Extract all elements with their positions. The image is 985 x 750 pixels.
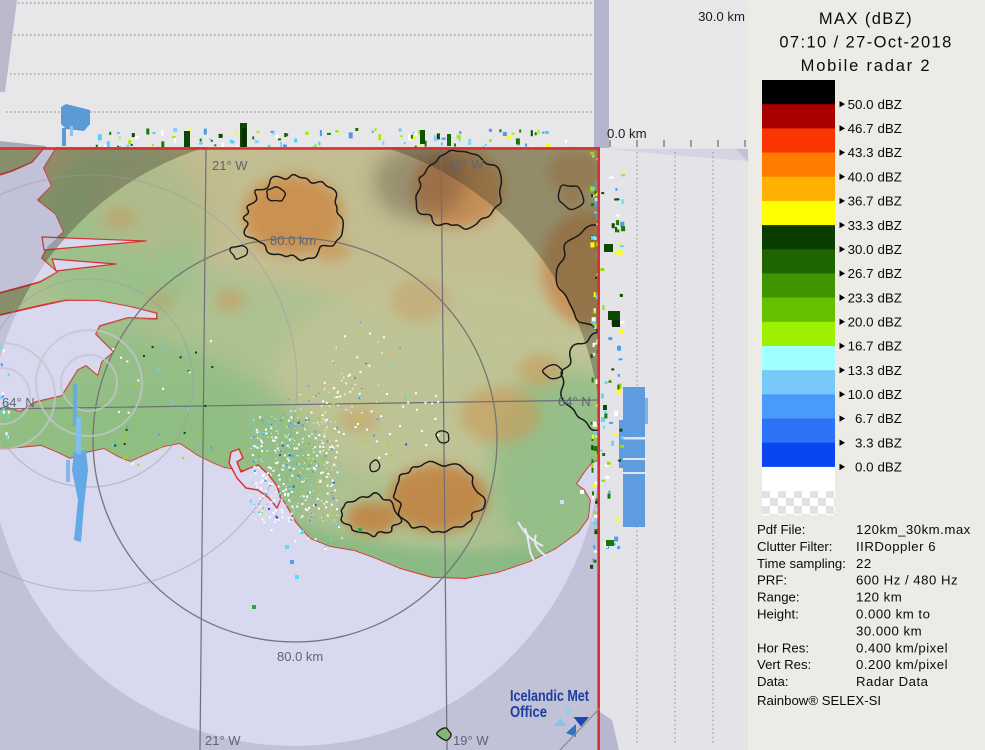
svg-text:Radar Data: Radar Data: [856, 674, 929, 689]
svg-text:43.3: 43.3: [848, 145, 874, 160]
svg-text:16.7: 16.7: [848, 339, 874, 354]
svg-text:3.3: 3.3: [855, 435, 874, 450]
svg-text:dBZ: dBZ: [878, 242, 902, 257]
svg-text:Office: Office: [510, 704, 547, 721]
svg-text:10.0: 10.0: [848, 387, 874, 402]
svg-text:30.000 km: 30.000 km: [856, 623, 922, 638]
svg-text:0.0 km: 0.0 km: [607, 126, 647, 141]
svg-text:dBZ: dBZ: [878, 121, 902, 136]
svg-text:Clutter Filter:: Clutter Filter:: [757, 539, 832, 554]
svg-text:07:10 / 27-Oct-2018: 07:10 / 27-Oct-2018: [779, 34, 952, 52]
svg-text:Icelandic Met: Icelandic Met: [510, 688, 589, 705]
svg-text:0.0: 0.0: [855, 460, 874, 475]
svg-text:dBZ: dBZ: [878, 315, 902, 330]
svg-text:30.0 km: 30.0 km: [698, 9, 745, 24]
svg-text:33.3: 33.3: [848, 218, 874, 233]
svg-text:Vert Res:: Vert Res:: [757, 657, 811, 672]
svg-text:23.3: 23.3: [848, 290, 874, 305]
svg-text:26.7: 26.7: [848, 266, 874, 281]
svg-text:46.7: 46.7: [848, 121, 874, 136]
svg-text:Data:: Data:: [757, 674, 789, 689]
svg-text:dBZ: dBZ: [878, 290, 902, 305]
svg-text:21° W: 21° W: [212, 158, 248, 173]
svg-text:dBZ: dBZ: [878, 194, 902, 209]
svg-text:0.200 km/pixel: 0.200 km/pixel: [856, 657, 948, 672]
svg-text:IIRDoppler 6: IIRDoppler 6: [856, 539, 936, 554]
svg-text:Pdf File:: Pdf File:: [757, 522, 805, 537]
svg-text:dBZ: dBZ: [878, 435, 902, 450]
svg-text:dBZ: dBZ: [878, 363, 902, 378]
svg-text:dBZ: dBZ: [878, 169, 902, 184]
svg-text:6.7: 6.7: [855, 411, 874, 426]
svg-text:120 km: 120 km: [856, 590, 902, 605]
svg-text:dBZ: dBZ: [878, 145, 902, 160]
svg-text:120km_30km.max: 120km_30km.max: [856, 522, 971, 537]
svg-text:20.0: 20.0: [848, 315, 874, 330]
svg-text:MAX (dBZ): MAX (dBZ): [819, 10, 913, 28]
svg-text:Time sampling:: Time sampling:: [757, 556, 846, 571]
svg-text:13.3: 13.3: [848, 363, 874, 378]
svg-text:dBZ: dBZ: [878, 97, 902, 112]
svg-text:80.0 km: 80.0 km: [277, 649, 323, 664]
svg-text:Mobile radar 2: Mobile radar 2: [801, 57, 932, 75]
svg-text:600 Hz / 480 Hz: 600 Hz / 480 Hz: [856, 573, 958, 588]
svg-text:Range:: Range:: [757, 590, 800, 605]
svg-text:40.0: 40.0: [848, 169, 874, 184]
svg-text:0.000 km to: 0.000 km to: [856, 607, 930, 622]
svg-text:Hor Res:: Hor Res:: [757, 640, 809, 655]
svg-text:dBZ: dBZ: [878, 411, 902, 426]
svg-text:PRF:: PRF:: [757, 573, 787, 588]
svg-text:0.400 km/pixel: 0.400 km/pixel: [856, 640, 948, 655]
svg-text:64° N: 64° N: [558, 394, 591, 409]
svg-text:22: 22: [856, 556, 872, 571]
svg-text:dBZ: dBZ: [878, 266, 902, 281]
svg-text:64° N: 64° N: [2, 395, 35, 410]
svg-text:80.0 km: 80.0 km: [270, 233, 316, 248]
svg-text:19° W: 19° W: [448, 157, 484, 172]
svg-text:dBZ: dBZ: [878, 339, 902, 354]
svg-text:30.0: 30.0: [848, 242, 874, 257]
svg-text:dBZ: dBZ: [878, 460, 902, 475]
svg-text:dBZ: dBZ: [878, 387, 902, 402]
svg-text:36.7: 36.7: [848, 194, 874, 209]
svg-text:21° W: 21° W: [205, 733, 241, 748]
svg-text:Height:: Height:: [757, 607, 799, 622]
svg-text:Rainbow® SELEX-SI: Rainbow® SELEX-SI: [757, 693, 881, 708]
svg-text:19° W: 19° W: [453, 733, 489, 748]
svg-text:50.0: 50.0: [848, 97, 874, 112]
svg-text:dBZ: dBZ: [878, 218, 902, 233]
